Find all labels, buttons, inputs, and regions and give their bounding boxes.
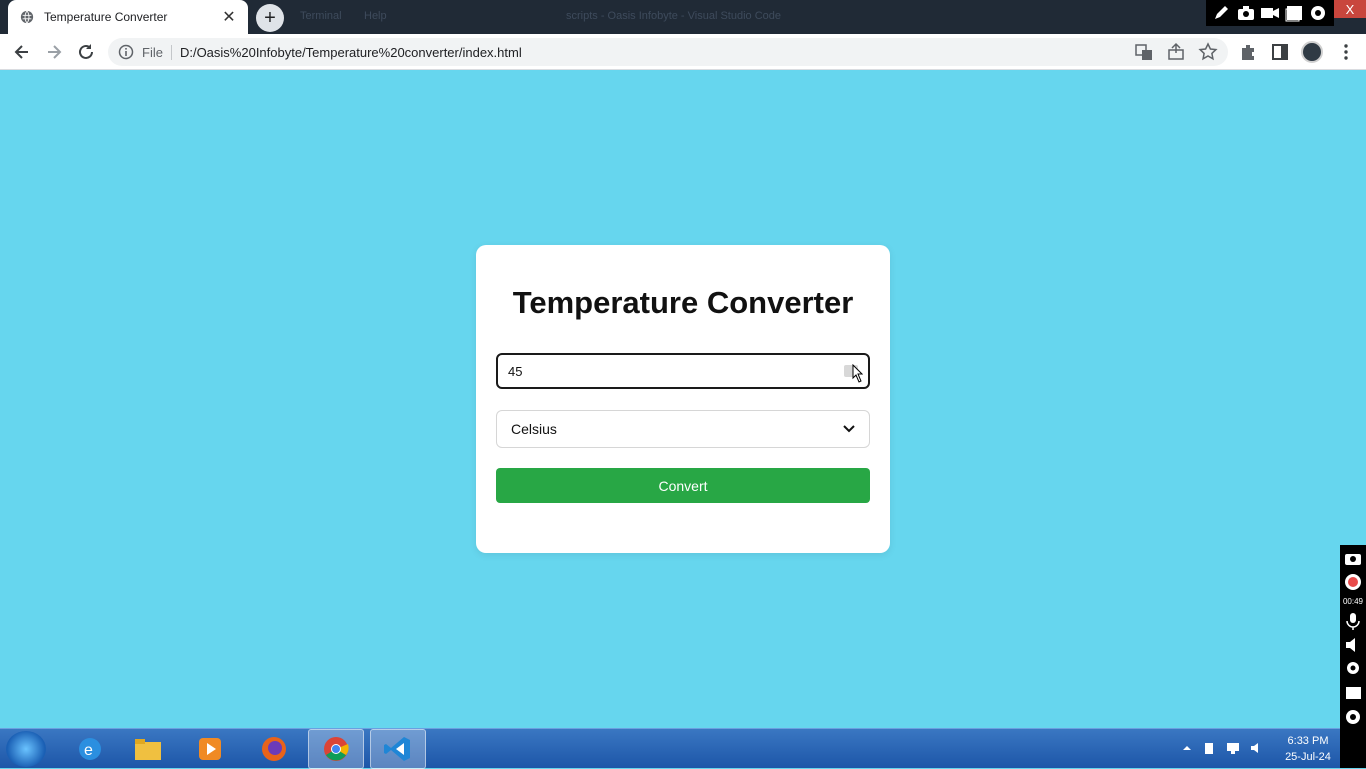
internet-explorer-icon[interactable]: e — [62, 729, 118, 769]
forward-arrow-icon[interactable] — [44, 42, 64, 62]
url-text: D:/Oasis%20Infobyte/Temperature%20conver… — [179, 44, 522, 60]
side-panel-icon[interactable] — [1270, 42, 1290, 62]
mouse-pointer-icon — [852, 364, 863, 383]
temperature-input-value: 45 — [508, 363, 523, 379]
system-clock[interactable]: 6:33 PM 25-Jul-24 — [1280, 733, 1336, 765]
more-menu-icon[interactable] — [1336, 42, 1356, 62]
translate-icon[interactable] — [1134, 42, 1154, 62]
recorder-side-panel: 00:49 — [1340, 545, 1366, 768]
ghost-menu-terminal: Terminal — [300, 10, 342, 22]
vscode-icon[interactable] — [370, 729, 426, 769]
show-hidden-icons-icon[interactable] — [1180, 741, 1194, 755]
temperature-input[interactable]: 45 — [496, 353, 870, 389]
ghost-menu-help: Help — [364, 10, 387, 22]
extensions-puzzle-icon[interactable] — [1238, 42, 1258, 62]
recorder-toolbar — [1206, 0, 1334, 26]
close-window-button[interactable]: X — [1334, 0, 1366, 18]
browser-toolbar: File D:/Oasis%20Infobyte/Temperature%20c… — [0, 34, 1366, 70]
unit-select[interactable]: Celsius — [496, 410, 870, 448]
share-icon[interactable] — [1166, 42, 1186, 62]
globe-icon — [20, 10, 34, 24]
address-bar[interactable]: File D:/Oasis%20Infobyte/Temperature%20c… — [108, 38, 1228, 66]
profile-avatar[interactable] — [1301, 41, 1323, 63]
unit-select-value: Celsius — [511, 421, 557, 437]
start-button[interactable] — [6, 731, 46, 767]
network-icon[interactable] — [1226, 741, 1240, 755]
window-icon[interactable] — [1284, 4, 1304, 22]
media-player-icon[interactable] — [182, 729, 238, 769]
camera-icon[interactable] — [1236, 4, 1256, 22]
new-tab-button[interactable]: + — [256, 4, 284, 32]
back-arrow-icon[interactable] — [12, 42, 32, 62]
close-tab-icon[interactable]: ✕ — [220, 7, 238, 27]
recording-timer: 00:49 — [1342, 597, 1364, 606]
device-icon[interactable] — [1202, 741, 1216, 755]
pen-icon[interactable] — [1212, 4, 1232, 22]
url-scheme-label: File — [142, 44, 172, 60]
tab-title: Temperature Converter — [44, 10, 168, 24]
windows-taskbar: e 6:33 PM 25-Jul-24 — [0, 728, 1340, 769]
converter-card: Temperature Converter 45 Celsius Convert — [476, 245, 890, 553]
info-icon[interactable] — [118, 44, 134, 60]
chrome-icon[interactable] — [308, 729, 364, 769]
video-icon[interactable] — [1260, 4, 1280, 22]
file-explorer-icon[interactable] — [120, 729, 176, 769]
window-icon[interactable] — [1344, 684, 1362, 702]
speaker-icon[interactable] — [1344, 636, 1362, 654]
browser-tab-strip: Temperature Converter ✕ + Terminal Help … — [0, 0, 1366, 34]
record-icon[interactable] — [1344, 573, 1362, 591]
svg-text:e: e — [84, 742, 93, 759]
firefox-icon[interactable] — [246, 729, 302, 769]
clock-date: 25-Jul-24 — [1285, 751, 1331, 763]
microphone-icon[interactable] — [1344, 612, 1362, 630]
webcam-icon[interactable] — [1344, 660, 1362, 678]
volume-icon[interactable] — [1250, 741, 1264, 755]
convert-button[interactable]: Convert — [496, 468, 870, 503]
bookmark-star-icon[interactable] — [1198, 42, 1218, 62]
gear-icon[interactable] — [1308, 4, 1328, 22]
reload-icon[interactable] — [76, 42, 96, 62]
chevron-down-icon — [843, 425, 855, 433]
gear-icon[interactable] — [1344, 708, 1362, 726]
ghost-window-title: scripts - Oasis Infobyte - Visual Studio… — [566, 10, 782, 22]
camera-icon[interactable] — [1344, 549, 1362, 567]
browser-tab-active[interactable]: Temperature Converter ✕ — [8, 0, 248, 34]
page-title: Temperature Converter — [512, 285, 854, 320]
clock-time: 6:33 PM — [1287, 735, 1329, 747]
